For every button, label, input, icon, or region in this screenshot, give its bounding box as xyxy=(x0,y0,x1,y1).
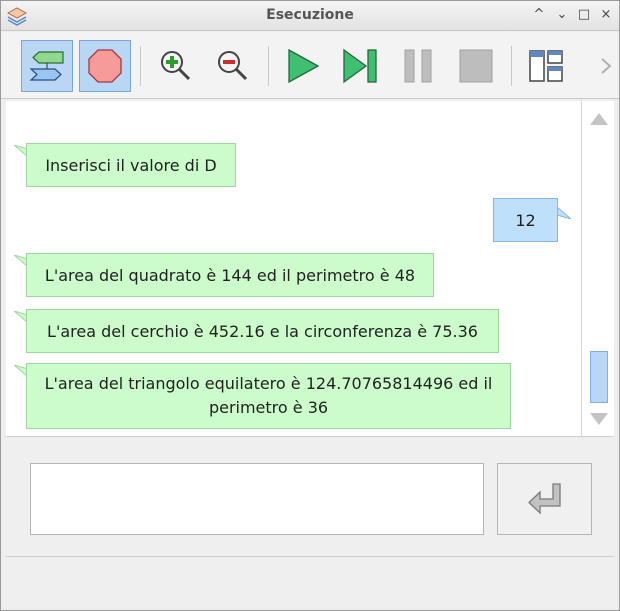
flow-icon xyxy=(29,51,64,81)
step-icon xyxy=(343,48,377,84)
window-title: Esecuzione xyxy=(266,7,354,23)
layout-icon xyxy=(529,50,563,82)
pause-icon xyxy=(404,49,432,83)
status-bar xyxy=(6,558,614,606)
message-bubble: L'area del triangolo equilatero è 124.70… xyxy=(26,363,511,429)
zoom-out-icon xyxy=(218,51,248,81)
input-area xyxy=(6,439,614,557)
layout-button[interactable] xyxy=(520,40,572,92)
play-icon xyxy=(288,48,320,84)
maximize-button[interactable]: □ xyxy=(576,7,592,23)
conversation-panel: Inserisci il valore di D 12 L'area del q… xyxy=(6,101,581,437)
close-button[interactable]: × xyxy=(598,7,614,23)
user-message-bubble: 12 xyxy=(493,198,558,242)
step-button[interactable] xyxy=(334,40,386,92)
zoom-in-button[interactable] xyxy=(149,40,201,92)
message-bubble: Inserisci il valore di D xyxy=(26,143,236,187)
shade-button[interactable]: ^ xyxy=(531,7,547,23)
zoom-out-button[interactable] xyxy=(206,40,258,92)
submit-button[interactable] xyxy=(497,463,592,535)
chevron-right-icon[interactable] xyxy=(599,56,613,76)
scroll-down-icon[interactable] xyxy=(590,413,608,425)
scroll-up-icon[interactable] xyxy=(590,113,608,125)
title-bar: Esecuzione ^ ⌄ □ × xyxy=(1,1,619,31)
stop-execution-button[interactable] xyxy=(79,40,131,92)
toolbar xyxy=(1,32,619,99)
flowchart-mode-button[interactable] xyxy=(21,40,73,92)
vertical-scrollbar[interactable] xyxy=(581,101,614,437)
zoom-in-icon xyxy=(161,51,191,81)
pause-button[interactable] xyxy=(392,40,444,92)
stop-square-icon xyxy=(459,49,493,83)
execution-window: Esecuzione ^ ⌄ □ × Inserisci il valore d… xyxy=(0,0,620,611)
input-field[interactable] xyxy=(30,463,484,535)
enter-icon xyxy=(527,483,561,515)
message-bubble: L'area del quadrato è 144 ed il perimetr… xyxy=(26,253,434,297)
run-button[interactable] xyxy=(276,40,328,92)
message-bubble: L'area del cerchio è 452.16 e la circonf… xyxy=(26,309,499,353)
stop-button[interactable] xyxy=(450,40,502,92)
stop-icon xyxy=(88,49,122,83)
minimize-button[interactable]: ⌄ xyxy=(554,7,570,23)
scrollbar-thumb[interactable] xyxy=(590,351,608,403)
